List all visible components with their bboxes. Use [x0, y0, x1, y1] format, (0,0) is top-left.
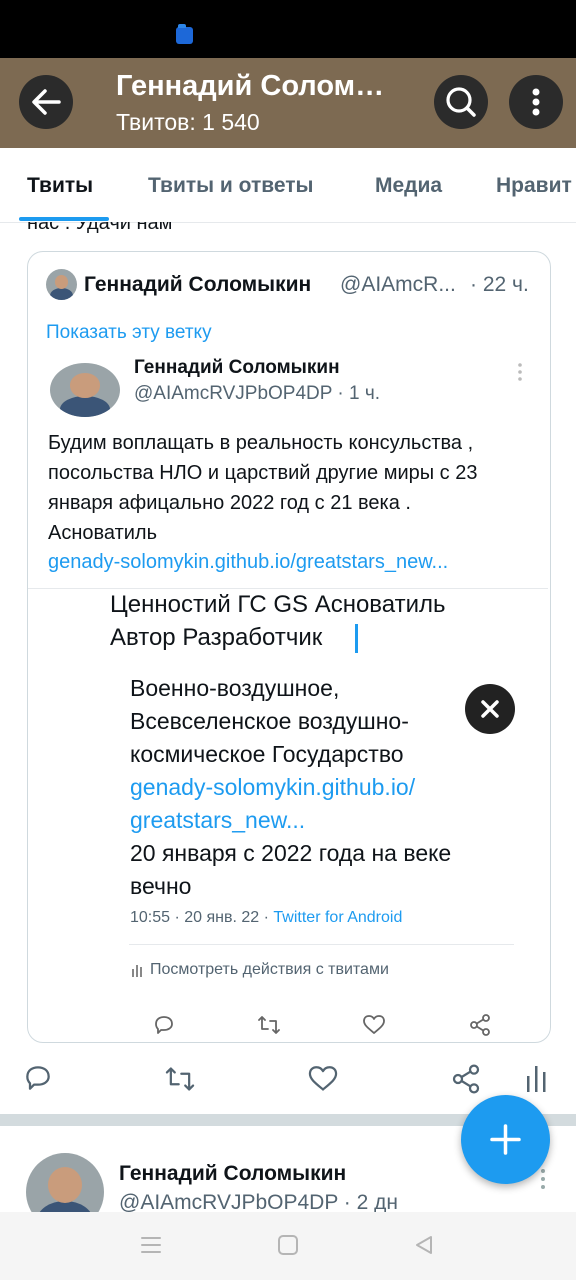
tab-likes[interactable]: Нравит: [496, 174, 572, 198]
inner-tweet-line-3: января афицально 2022 год с 21 века .: [48, 492, 411, 514]
close-icon: [481, 700, 499, 718]
menu-icon[interactable]: [140, 1235, 162, 1255]
compose-tweet-button[interactable]: [461, 1095, 550, 1184]
screenshot-body-1: Военно-воздушное,: [130, 675, 340, 701]
screenshot-tail-1: 20 января с 2022 года на веке: [130, 840, 452, 866]
show-thread-link[interactable]: Показать эту ветку: [46, 322, 212, 344]
profile-title: Геннадий Солом…: [116, 70, 385, 102]
reply-icon: [155, 1016, 173, 1034]
quoted-author-avatar[interactable]: [46, 269, 77, 300]
back-button[interactable]: [19, 75, 73, 129]
inner-author-name: Геннадий Соломыкин: [134, 357, 340, 378]
more-options-button[interactable]: [509, 75, 563, 129]
reply-icon[interactable]: [22, 1062, 54, 1094]
inner-tweet-link: genady-solomykin.github.io/greatstars_ne…: [48, 551, 449, 573]
back-triangle-icon[interactable]: [413, 1234, 435, 1256]
quoted-author-handle[interactable]: @AIAmcR...: [340, 273, 456, 297]
screenshot-body-2: Всевселенское воздушно-: [130, 708, 409, 734]
screenshot-activity: Посмотреть действия с твитами: [150, 961, 389, 978]
retweet-icon[interactable]: [163, 1063, 197, 1095]
inner-tweet-line-2: посольства НЛО и царствий другие миры с …: [48, 462, 478, 484]
share-icon: [470, 1014, 490, 1036]
status-bar: [0, 0, 576, 58]
search-button[interactable]: [434, 75, 488, 129]
inner-author-avatar: [50, 363, 120, 417]
quoted-tweet-time: · 22 ч.: [470, 273, 529, 296]
plus-icon: [490, 1124, 521, 1155]
search-icon: [446, 87, 476, 117]
quoted-author-name[interactable]: Геннадий Соломыкин: [84, 273, 311, 297]
tab-tweets-and-replies[interactable]: Твиты и ответы: [148, 174, 314, 198]
home-icon[interactable]: [277, 1234, 299, 1256]
close-media-button[interactable]: [465, 684, 515, 734]
active-tab-indicator: [19, 217, 109, 221]
like-icon[interactable]: [306, 1063, 340, 1095]
screenshot-link-2: greatstars_new...: [130, 807, 306, 833]
analytics-icon[interactable]: [524, 1064, 550, 1094]
screenshot-meta: 10:55 · 20 янв. 22 · Twitter for Android: [130, 909, 402, 927]
analytics-icon: [132, 965, 142, 977]
tweet-count: Твитов: 1 540: [116, 109, 260, 135]
more-vertical-icon: [518, 363, 522, 381]
tab-media[interactable]: Медиа: [375, 174, 442, 198]
screenshot-link-1: genady-solomykin.github.io/: [130, 774, 416, 800]
back-arrow-icon: [32, 89, 61, 115]
screenshot-heading-1: Ценностий ГС GS Асноватиль: [110, 591, 446, 618]
screenshot-tail-2: вечно: [130, 873, 192, 899]
tab-tweets[interactable]: Твиты: [27, 174, 93, 198]
retweet-icon: [258, 1016, 280, 1034]
screenshot-heading-2: Автор Разработчик: [110, 624, 323, 651]
screenshot-body-3: космическое Государство: [130, 741, 404, 767]
next-tweet-author-name[interactable]: Геннадий Соломыкин: [119, 1162, 346, 1186]
share-icon[interactable]: [450, 1063, 482, 1095]
file-manager-notification-icon: [176, 24, 193, 44]
screenshot-divider: [129, 944, 514, 945]
like-icon: [363, 1015, 385, 1034]
screenshot-meta-time: 10:55 · 20 янв. 22 ·: [130, 909, 274, 926]
screenshot-meta-source: Twitter for Android: [273, 909, 403, 926]
more-vertical-icon: [532, 88, 540, 116]
inner-tweet-line-4: Асноватиль: [48, 522, 158, 544]
inner-tweet-line-1: Будим воплащать в реальность консульства…: [48, 432, 474, 454]
text-cursor: [355, 624, 358, 653]
inner-handle-time: @AIAmcRVJPbOP4DP · 1 ч.: [134, 383, 381, 404]
